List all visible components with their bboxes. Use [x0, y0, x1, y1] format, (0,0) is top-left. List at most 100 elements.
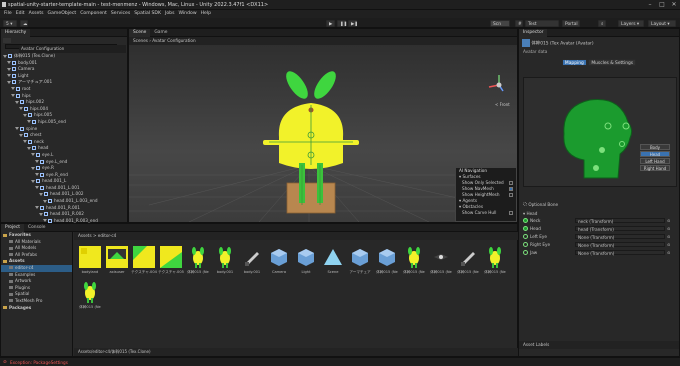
expand-arrow-icon[interactable]: [27, 146, 31, 150]
object-picker-icon[interactable]: ⊙: [667, 233, 670, 240]
expand-arrow-icon[interactable]: [23, 140, 27, 144]
object-picker-icon[interactable]: ⊙: [667, 241, 670, 248]
hierarchy-row[interactable]: head.001_L.002: [3, 191, 127, 198]
menu-item-window[interactable]: Window: [178, 11, 196, 16]
menu-item-gameobject[interactable]: GameObject: [48, 11, 77, 16]
pause-button[interactable]: ❚❚: [337, 19, 347, 27]
asset-item[interactable]: body.001: [212, 246, 238, 280]
body-part-button-head[interactable]: Head: [640, 151, 670, 157]
cloud-icon[interactable]: ☁: [20, 19, 28, 27]
asset-item[interactable]: 体幹015 (Ne: [455, 246, 481, 280]
bone-transform-field[interactable]: neck (Transform): [575, 217, 665, 224]
asset-item[interactable]: Light: [293, 246, 319, 280]
expand-arrow-icon[interactable]: [7, 80, 11, 84]
asset-item[interactable]: 体幹015 (Ne: [482, 246, 508, 280]
hierarchy-row[interactable]: eye.R_end: [3, 172, 127, 179]
menu-item-jobs[interactable]: Jobs: [165, 11, 174, 16]
expand-arrow-icon[interactable]: [11, 94, 15, 98]
tab-console[interactable]: Console: [24, 224, 49, 232]
head-section-header[interactable]: ▾ Head: [523, 210, 677, 217]
project-section-header[interactable]: Packages: [1, 305, 72, 312]
hierarchy-row[interactable]: root: [3, 86, 127, 93]
tab-game[interactable]: Game: [150, 29, 171, 37]
hierarchy-row[interactable]: body.001: [3, 60, 127, 67]
expand-arrow-icon[interactable]: [35, 206, 39, 210]
menu-item-edit[interactable]: Edit: [16, 11, 25, 16]
tab-muscles-settings[interactable]: Muscles & Settings: [588, 59, 637, 66]
tab-inspector[interactable]: Inspector: [519, 29, 548, 37]
hierarchy-row[interactable]: Camera: [3, 66, 127, 73]
expand-arrow-icon[interactable]: [15, 100, 19, 104]
object-picker-icon[interactable]: ⊙: [667, 249, 670, 256]
asset-item[interactable]: アーマチュア: [347, 246, 373, 280]
hierarchy-row[interactable]: 体幹015 (Tex.Clone): [3, 53, 127, 60]
expand-arrow-icon[interactable]: [39, 192, 43, 196]
expand-arrow-icon[interactable]: [35, 186, 39, 190]
menu-item-spatial-sdk[interactable]: Spatial SDK: [134, 11, 161, 16]
hierarchy-row[interactable]: Light: [3, 73, 127, 80]
body-part-button-left-hand[interactable]: Left Hand: [640, 158, 670, 164]
scene-viewport[interactable]: Pivot ▾ Global ▾ ▦ ◐ 2D ✺ ♪ ◆ ⌂ ⊕ ✋ ✥ ↻ …: [129, 45, 517, 222]
menu-item-help[interactable]: Help: [201, 11, 211, 16]
expand-arrow-icon[interactable]: [31, 153, 35, 157]
hierarchy-row[interactable]: chest: [3, 132, 127, 139]
expand-arrow-icon[interactable]: [43, 219, 47, 223]
expand-arrow-icon[interactable]: [19, 133, 23, 137]
hierarchy-row[interactable]: head.001_L.003_end: [3, 198, 127, 205]
project-folder-item[interactable]: All Materials: [1, 239, 72, 246]
overlay-checkbox[interactable]: [509, 211, 513, 215]
project-folder-item[interactable]: Artwork: [1, 278, 72, 285]
project-folder-item[interactable]: All Prefabs: [1, 252, 72, 259]
status-error-text[interactable]: Exception: PackageSettings: [10, 360, 68, 365]
asset-item[interactable]: 体幹015 (Ne: [77, 281, 103, 315]
asset-item[interactable]: テクスチャ.004: [131, 246, 157, 280]
minimize-icon[interactable]: –: [645, 1, 655, 9]
close-icon[interactable]: ✕: [669, 1, 679, 9]
box-pedestal[interactable]: [286, 182, 336, 214]
project-section-header[interactable]: Favorites: [1, 232, 72, 239]
hierarchy-row[interactable]: head: [3, 145, 127, 152]
left-arm[interactable]: [263, 140, 281, 145]
asset-item[interactable]: 体幹015 (Ne: [401, 246, 427, 280]
tab-mapping[interactable]: Mapping: [561, 59, 587, 66]
menu-item-services[interactable]: Services: [111, 11, 130, 16]
project-folder-item[interactable]: Plugins: [1, 285, 72, 292]
menu-item-component[interactable]: Component: [80, 11, 107, 16]
asset-item[interactable]: Scene: [320, 246, 346, 280]
bone-transform-field[interactable]: None (Transform): [575, 241, 665, 248]
expand-arrow-icon[interactable]: [7, 67, 11, 71]
body-part-button-body[interactable]: Body: [640, 144, 670, 150]
grid-icon[interactable]: #: [515, 19, 523, 27]
error-icon[interactable]: ⊘: [3, 360, 7, 365]
asset-item[interactable]: テクスチャ.005: [158, 246, 184, 280]
asset-item[interactable]: 体幹015 (Ne: [428, 246, 454, 280]
head-bone-marker[interactable]: [599, 147, 605, 153]
expand-arrow-icon[interactable]: [7, 74, 11, 78]
expand-arrow-icon[interactable]: [35, 173, 39, 177]
expand-arrow-icon[interactable]: [43, 199, 47, 203]
layout-dropdown[interactable]: Layout ▾: [648, 19, 676, 27]
hierarchy-row[interactable]: hips.005_end: [3, 119, 127, 126]
tab-hierarchy[interactable]: Hierarchy: [1, 29, 31, 37]
bone-transform-field[interactable]: None (Transform): [575, 233, 665, 240]
project-folder-item[interactable]: Examples: [1, 272, 72, 279]
expand-arrow-icon[interactable]: [7, 61, 11, 65]
search-icon[interactable]: ⌕: [598, 19, 606, 27]
expand-arrow-icon[interactable]: [23, 113, 27, 117]
test-package-button[interactable]: Test Package: [525, 19, 559, 34]
expand-arrow-icon[interactable]: [31, 166, 35, 170]
hierarchy-row[interactable]: アーマチュア.001: [3, 79, 127, 86]
hierarchy-row[interactable]: hips.005: [3, 112, 127, 119]
project-folder-item[interactable]: Spatial: [1, 291, 72, 298]
hierarchy-row[interactable]: spine: [3, 126, 127, 133]
asset-item[interactable]: body.001: [239, 246, 265, 280]
hierarchy-row[interactable]: hips.004: [3, 106, 127, 113]
asset-item[interactable]: 体幹015 (Ne: [374, 246, 400, 280]
tab-scene[interactable]: Scene: [129, 29, 151, 37]
hierarchy-row[interactable]: hips: [3, 93, 127, 100]
expand-arrow-icon[interactable]: [27, 120, 31, 124]
breadcrumb-avatar-config[interactable]: Avatar Configuration: [152, 38, 195, 43]
menu-item-file[interactable]: File: [4, 11, 12, 16]
expand-arrow-icon[interactable]: [15, 127, 19, 131]
hierarchy-row[interactable]: eye.R: [3, 165, 127, 172]
